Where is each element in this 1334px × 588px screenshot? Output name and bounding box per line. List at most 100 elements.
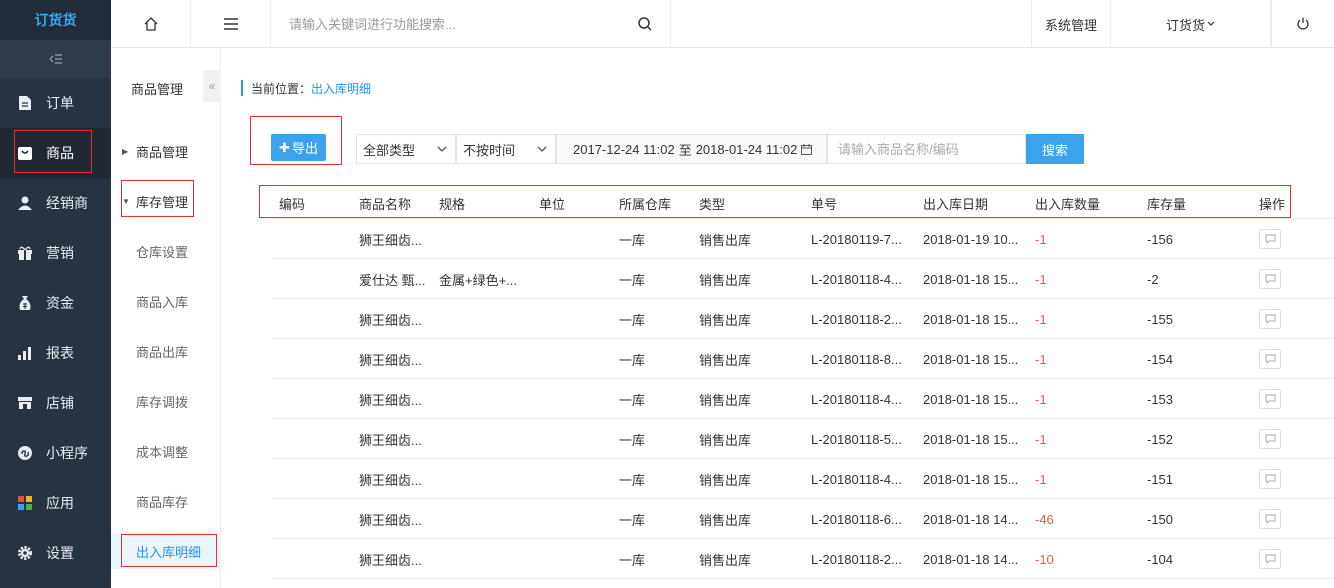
breadcrumb-current[interactable]: 出入库明细 bbox=[311, 80, 371, 97]
cell-type: 销售出库 bbox=[699, 272, 752, 288]
document-icon bbox=[16, 94, 34, 112]
cell-date: 2018-01-18 14... bbox=[923, 551, 1019, 567]
collapse-icon bbox=[49, 54, 62, 64]
menu-icon bbox=[223, 18, 238, 30]
column-header[interactable]: 库存量 bbox=[1147, 187, 1186, 219]
table-row: 狮王细齿... 一库 销售出库 L-20180118-2... 2018-01-18 1… bbox=[271, 539, 1334, 579]
type-select-value: 全部类型 bbox=[363, 142, 416, 158]
cell-stock: -152 bbox=[1147, 431, 1174, 447]
column-header[interactable]: 类型 bbox=[699, 187, 725, 219]
nav-item-marketing[interactable]: 营销 bbox=[0, 228, 111, 278]
comment-button[interactable] bbox=[1259, 269, 1281, 289]
table-row: 狮王细齿... 一库 销售出库 L-20180118-8... 2018-01-18 1… bbox=[271, 339, 1334, 379]
user-menu[interactable]: 订货货 bbox=[1111, 0, 1271, 48]
column-header[interactable]: 所属仓库 bbox=[619, 187, 671, 219]
cell-spec: 金属+绿色+... bbox=[439, 272, 518, 288]
comment-button[interactable] bbox=[1259, 349, 1281, 369]
nav-item-store[interactable]: 店铺 bbox=[0, 378, 111, 428]
keyword-box bbox=[827, 134, 1026, 164]
column-header[interactable]: 编码 bbox=[279, 187, 305, 219]
comment-button[interactable] bbox=[1259, 469, 1281, 489]
breadcrumb-prefix: 当前位置： bbox=[251, 81, 312, 96]
user-name: 订货货 bbox=[1165, 17, 1205, 33]
fold-subnav-button[interactable]: « bbox=[203, 70, 221, 102]
subnav-item-stock-in[interactable]: 商品入库 bbox=[111, 283, 221, 319]
export-button[interactable]: ✚ 导出 bbox=[271, 134, 326, 161]
subnav-group-inventory[interactable]: ▼ 库存管理 bbox=[111, 183, 221, 219]
main-sidebar: 订货货 订单 商品 经销商 营销 资金 报表 店铺 小程序 应用 设置 bbox=[0, 0, 111, 588]
user-icon bbox=[16, 194, 34, 212]
comment-button[interactable] bbox=[1259, 509, 1281, 529]
cell-qty: -1 bbox=[1035, 471, 1047, 487]
time-select[interactable]: 不按时间 bbox=[456, 134, 556, 164]
table-row: 爱仕达 甄... 金属+绿色+... 一库 销售出库 L-20180118-4... 20… bbox=[271, 259, 1334, 299]
cell-type: 销售出库 bbox=[699, 312, 752, 328]
subnav-item-inout-detail[interactable]: 出入库明细 bbox=[111, 533, 221, 569]
column-header[interactable]: 操作 bbox=[1259, 187, 1285, 219]
subnav-group-goods[interactable]: ▶ 商品管理 bbox=[111, 133, 221, 169]
cell-name: 狮王细齿... bbox=[359, 472, 422, 488]
caret-right-icon: ▶ bbox=[122, 146, 129, 156]
column-header[interactable]: 单号 bbox=[811, 187, 837, 219]
subnav-item-warehouse[interactable]: 仓库设置 bbox=[111, 233, 221, 269]
cell-name: 狮王细齿... bbox=[359, 512, 422, 528]
column-header[interactable]: 商品名称 bbox=[359, 187, 411, 219]
table-row: 狮王细齿... 一库 销售出库 L-20180118-5... 2018-01-18 1… bbox=[271, 419, 1334, 459]
column-header[interactable]: 单位 bbox=[539, 187, 565, 219]
subnav-item-transfer[interactable]: 库存调拨 bbox=[111, 383, 221, 419]
column-header[interactable]: 出入库数量 bbox=[1035, 187, 1100, 219]
comment-button[interactable] bbox=[1259, 429, 1281, 449]
caret-down-icon: ▼ bbox=[122, 196, 130, 206]
search-icon[interactable] bbox=[637, 16, 653, 32]
comment-button[interactable] bbox=[1259, 229, 1281, 249]
function-search-input[interactable] bbox=[289, 16, 629, 32]
comment-icon bbox=[1265, 234, 1275, 244]
nav-item-funds[interactable]: 资金 bbox=[0, 278, 111, 328]
goods-icon bbox=[16, 144, 34, 162]
comment-button[interactable] bbox=[1259, 389, 1281, 409]
nav-item-label: 商品 bbox=[46, 145, 74, 161]
system-manage-button[interactable]: 系统管理 bbox=[1031, 0, 1111, 48]
search-button[interactable]: 搜索 bbox=[1026, 134, 1084, 164]
date-to: 2018-01-24 11:02 bbox=[695, 141, 798, 157]
column-header[interactable]: 规格 bbox=[439, 187, 465, 219]
subnav-group-label: 商品管理 bbox=[136, 144, 189, 160]
nav-item-label: 资金 bbox=[46, 295, 74, 311]
logout-button[interactable] bbox=[1271, 0, 1334, 48]
nav-item-orders[interactable]: 订单 bbox=[0, 78, 111, 128]
table-row: 狮王细齿... 一库 销售出库 L-20180118-4... 2018-01-18 1… bbox=[271, 379, 1334, 419]
nav-item-dealers[interactable]: 经销商 bbox=[0, 178, 111, 228]
double-chevron-left-icon: « bbox=[208, 79, 216, 93]
cell-qty: -1 bbox=[1035, 391, 1047, 407]
nav-item-settings[interactable]: 设置 bbox=[0, 528, 111, 578]
cell-warehouse: 一库 bbox=[619, 232, 646, 248]
home-button[interactable] bbox=[111, 0, 191, 48]
chevron-down-icon bbox=[537, 146, 547, 152]
app-logo[interactable]: 订货货 bbox=[0, 0, 111, 40]
column-header[interactable]: 出入库日期 bbox=[923, 187, 988, 219]
subnav-item-cost-adjust[interactable]: 成本调整 bbox=[111, 433, 221, 469]
collapse-sidebar-button[interactable] bbox=[0, 40, 111, 78]
cell-order: L-20180118-8... bbox=[811, 351, 902, 367]
cell-type: 销售出库 bbox=[699, 432, 752, 448]
comment-button[interactable] bbox=[1259, 549, 1281, 569]
cell-stock: -150 bbox=[1147, 511, 1174, 527]
type-select[interactable]: 全部类型 bbox=[356, 134, 456, 164]
keyword-input[interactable] bbox=[838, 141, 1018, 157]
comment-button[interactable] bbox=[1259, 309, 1281, 329]
nav-item-apps[interactable]: 应用 bbox=[0, 478, 111, 528]
subnav-item-goods-stock[interactable]: 商品库存 bbox=[111, 483, 221, 519]
sub-navigation: 商品管理 « ▶ 商品管理 ▼ 库存管理 仓库设置 商品入库 商品出库 库存调拨… bbox=[111, 48, 221, 588]
date-range-picker[interactable]: 2017-12-24 11:02 至 2018-01-24 11:02 bbox=[556, 134, 827, 164]
nav-item-goods[interactable]: 商品 bbox=[0, 128, 111, 178]
cell-order: L-20180118-2... bbox=[811, 311, 902, 327]
nav-item-reports[interactable]: 报表 bbox=[0, 328, 111, 378]
cell-qty: -1 bbox=[1035, 231, 1047, 247]
cell-order: L-20180118-2... bbox=[811, 551, 902, 567]
cell-name: 狮王细齿... bbox=[359, 552, 422, 568]
nav-item-mini-program[interactable]: 小程序 bbox=[0, 428, 111, 478]
menu-button[interactable] bbox=[191, 0, 271, 48]
apps-icon bbox=[16, 494, 34, 512]
subnav-item-stock-out[interactable]: 商品出库 bbox=[111, 333, 221, 369]
cell-order: L-20180118-5... bbox=[811, 431, 902, 447]
